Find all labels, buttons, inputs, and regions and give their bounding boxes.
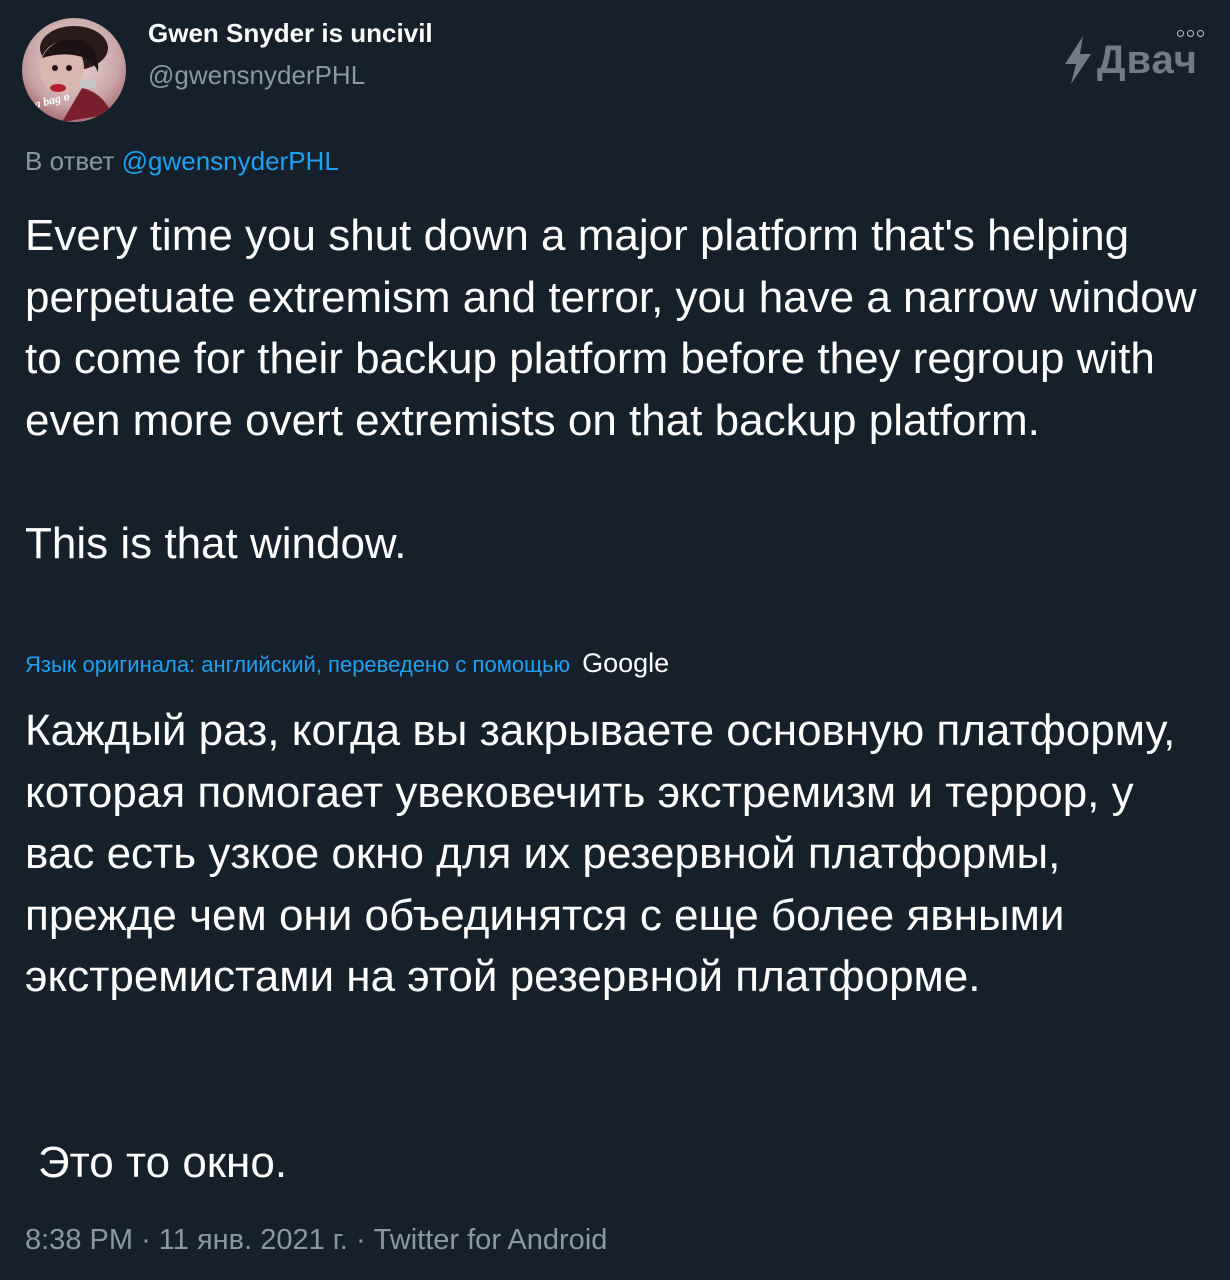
translated-paragraph: Каждый раз, когда вы закрываете основную…: [25, 706, 1176, 1001]
meta-separator: ·: [355, 1224, 366, 1256]
watermark-text: Двач: [1096, 37, 1198, 82]
lightning-bolt-icon: [1064, 36, 1091, 84]
tweet-text: Every time you shut down a major platfor…: [25, 205, 1205, 574]
author-handle[interactable]: @gwensnyderPHL: [148, 60, 365, 91]
three-dots-icon[interactable]: [1177, 30, 1204, 37]
dot: [1187, 30, 1194, 37]
reply-prefix: В ответ: [25, 146, 115, 176]
meta-separator: ·: [141, 1224, 151, 1256]
translation-note: Язык оригинала: английский, переведено с…: [25, 648, 669, 679]
tweet-source[interactable]: Twitter for Android: [374, 1224, 608, 1256]
watermark: Двач: [1061, 34, 1198, 86]
tweet-meta: 8:38 PM · 11 янв. 2021 г. · Twitter for …: [25, 1224, 607, 1257]
tweet-paragraph: This is that window.: [25, 518, 407, 568]
reply-context: В ответ @gwensnyderPHL: [25, 146, 339, 177]
tweet-date[interactable]: 11 янв. 2021 г.: [159, 1224, 348, 1256]
author-avatar[interactable]: a bag o: [22, 18, 126, 122]
tweet-paragraph: Every time you shut down a major platfor…: [25, 211, 1197, 445]
dot: [1197, 30, 1204, 37]
tweet-time[interactable]: 8:38 PM: [25, 1224, 133, 1256]
reply-mention-link[interactable]: @gwensnyderPHL: [122, 146, 339, 176]
translated-text: Каждый раз, когда вы закрываете основную…: [25, 700, 1210, 1008]
author-display-name[interactable]: Gwen Snyder is uncivil: [148, 18, 433, 49]
dot: [1177, 30, 1184, 37]
translated-paragraph-last: Это то окно.: [38, 1138, 288, 1187]
translation-note-text[interactable]: Язык оригинала: английский, переведено с…: [25, 652, 570, 678]
google-logo: Google: [582, 648, 670, 678]
